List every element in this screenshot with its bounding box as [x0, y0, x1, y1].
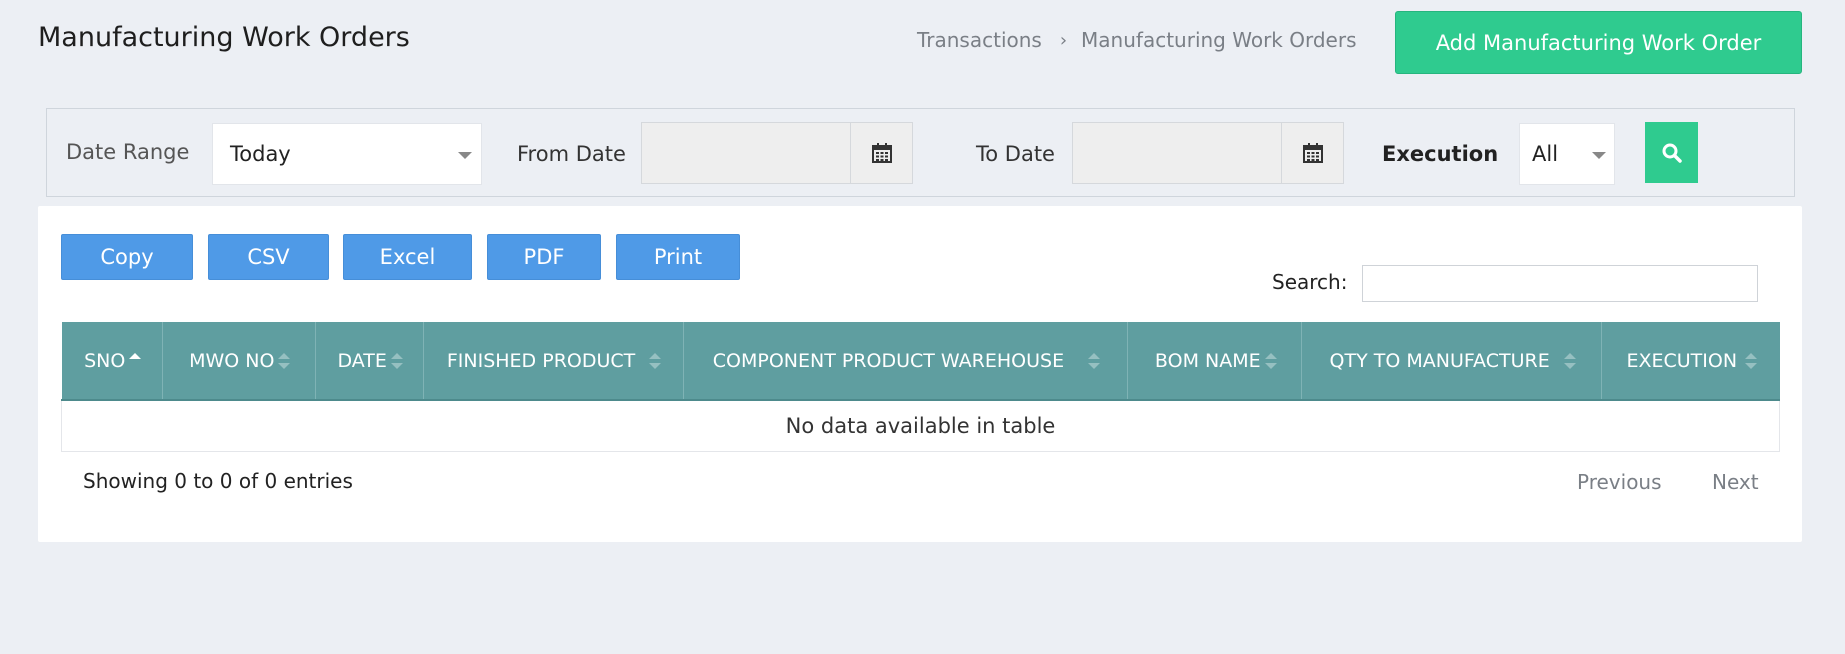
column-header-component-product-warehouse[interactable]: COMPONENT PRODUCT WAREHOUSE: [683, 322, 1129, 401]
print-button[interactable]: Print: [616, 234, 740, 280]
to-date-input[interactable]: [1072, 122, 1344, 184]
from-date-label: From Date: [517, 142, 626, 166]
to-date-label: To Date: [976, 142, 1055, 166]
column-header-sno[interactable]: SNO: [61, 322, 163, 401]
table-info: Showing 0 to 0 of 0 entries: [83, 469, 353, 493]
sort-icon: [1088, 353, 1101, 369]
empty-table-message: No data available in table: [61, 400, 1780, 452]
breadcrumb-item-current: Manufacturing Work Orders: [1081, 28, 1357, 52]
copy-button[interactable]: Copy: [61, 234, 193, 280]
date-range-value: Today: [230, 142, 291, 166]
search-icon: [1662, 143, 1682, 163]
column-header-qty-to-manufacture[interactable]: QTY TO MANUFACTURE: [1301, 322, 1603, 401]
work-orders-table: SNO MWO NO DATE FINISHED PRODUCT COMPONE…: [61, 322, 1780, 452]
add-work-order-button[interactable]: Add Manufacturing Work Order: [1395, 11, 1802, 74]
column-header-finished-product[interactable]: FINISHED PRODUCT: [423, 322, 684, 401]
search-input[interactable]: [1362, 265, 1758, 302]
sort-icon: [649, 353, 662, 369]
calendar-icon[interactable]: [850, 123, 912, 183]
search-button[interactable]: [1645, 122, 1698, 183]
results-card: Copy CSV Excel PDF Print Search: SNO MWO…: [38, 206, 1802, 542]
from-date-input[interactable]: [641, 122, 913, 184]
excel-button[interactable]: Excel: [343, 234, 472, 280]
previous-page-button[interactable]: Previous: [1577, 470, 1662, 494]
next-page-button[interactable]: Next: [1712, 470, 1759, 494]
table-header-row: SNO MWO NO DATE FINISHED PRODUCT COMPONE…: [61, 322, 1780, 401]
sort-icon: [278, 353, 291, 369]
pdf-button[interactable]: PDF: [487, 234, 601, 280]
chevron-down-icon: [458, 152, 472, 159]
search-label: Search:: [1272, 270, 1348, 294]
column-header-bom-name[interactable]: BOM NAME: [1127, 322, 1303, 401]
sort-icon: [390, 353, 403, 369]
sort-icon: [1745, 353, 1758, 369]
execution-value: All: [1532, 142, 1559, 166]
execution-select[interactable]: All: [1519, 123, 1615, 185]
page-title: Manufacturing Work Orders: [38, 22, 410, 53]
column-header-mwo-no[interactable]: MWO NO: [162, 322, 316, 401]
breadcrumb-separator-icon: ›: [1059, 29, 1068, 51]
date-range-label: Date Range: [66, 140, 190, 164]
column-header-execution[interactable]: EXECUTION: [1601, 322, 1780, 401]
sort-icon: [1563, 353, 1576, 369]
table-row: No data available in table: [61, 400, 1780, 452]
sort-asc-icon: [129, 353, 142, 369]
filter-bar: Date Range Today From Date To Date Execu…: [46, 108, 1795, 197]
chevron-down-icon: [1592, 152, 1606, 159]
breadcrumb: Transactions › Manufacturing Work Orders: [917, 28, 1357, 52]
column-header-date[interactable]: DATE: [315, 322, 424, 401]
execution-label: Execution: [1382, 142, 1499, 166]
sort-icon: [1264, 353, 1277, 369]
breadcrumb-item-transactions[interactable]: Transactions: [917, 28, 1042, 52]
csv-button[interactable]: CSV: [208, 234, 329, 280]
calendar-icon[interactable]: [1281, 123, 1343, 183]
date-range-select[interactable]: Today: [212, 123, 482, 185]
